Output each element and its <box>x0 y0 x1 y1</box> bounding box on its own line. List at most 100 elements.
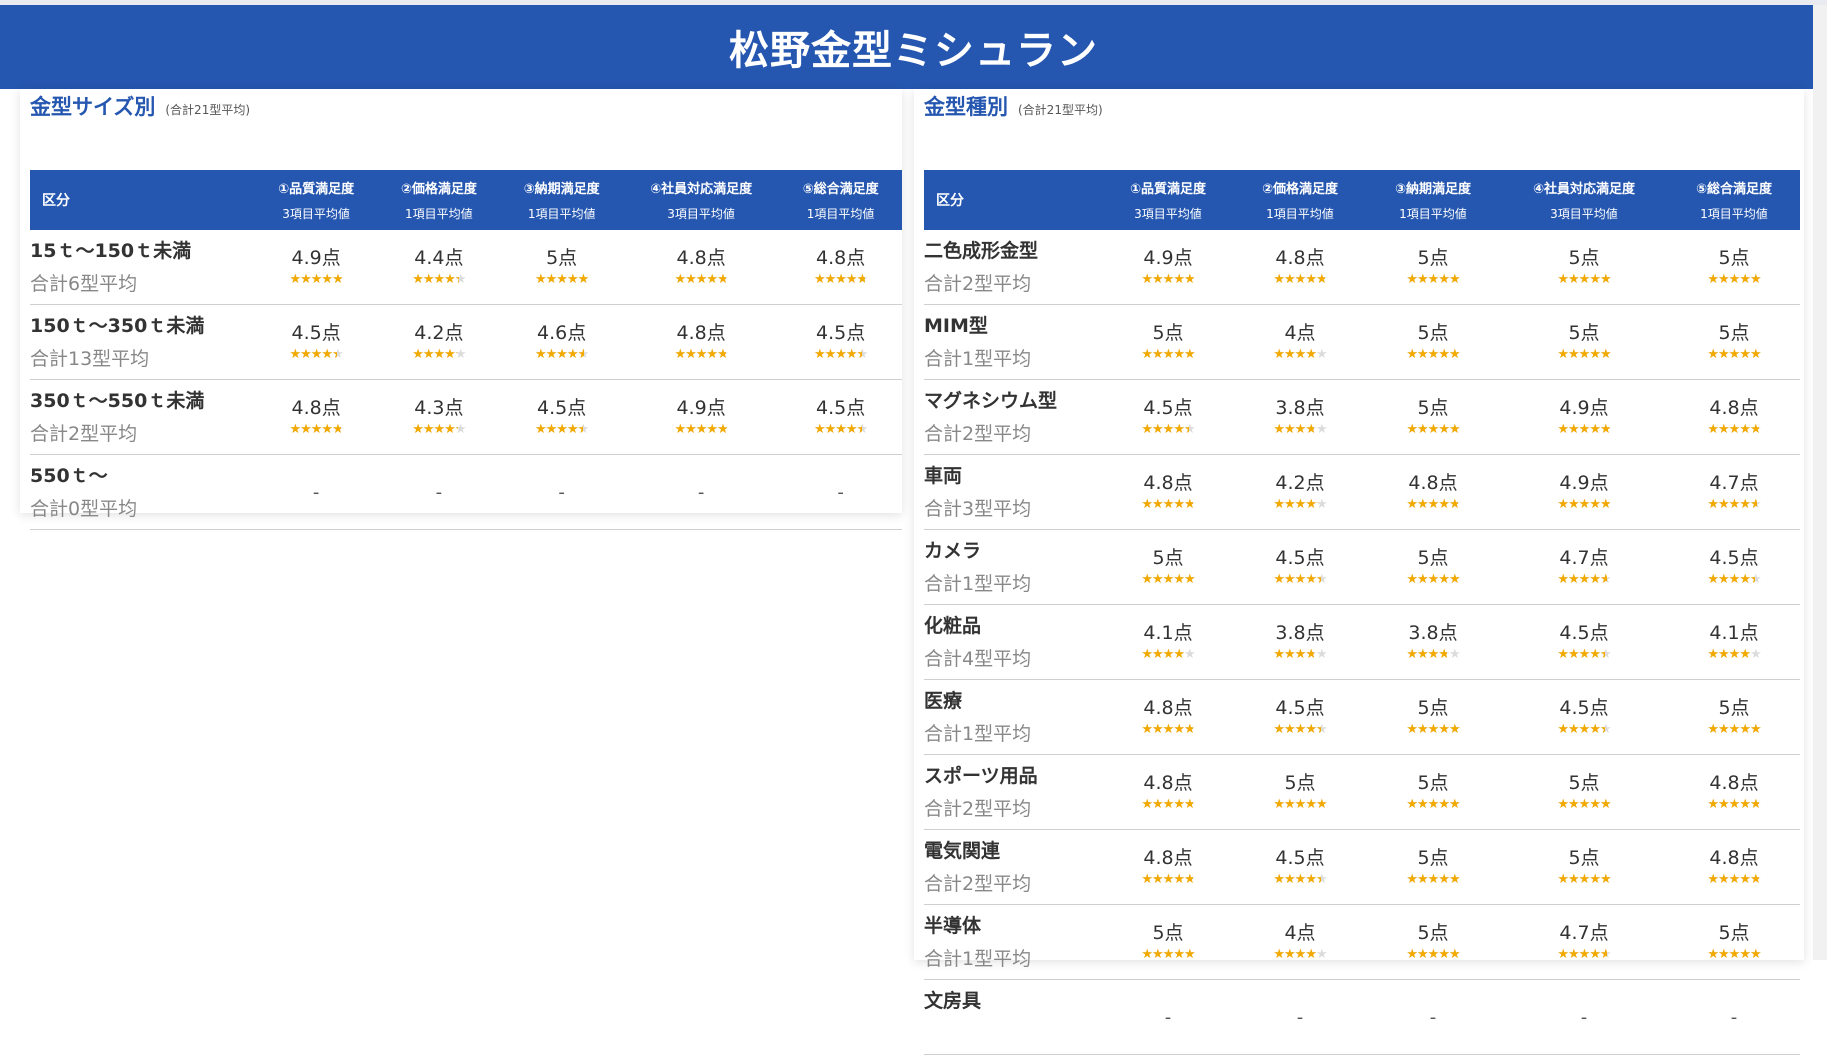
score-cell: 5点 ★★★★★ ★★★★★ <box>1668 679 1800 755</box>
star-icons-filled: ★★★★★ <box>1707 797 1759 811</box>
type-panel-heading: 金型種別 <box>924 95 1008 119</box>
star-icons-filled: ★★★★★ <box>813 272 866 286</box>
score-cell: 5点 ★★★★★ ★★★★★ <box>1668 304 1800 380</box>
kubun-header: 区分 <box>924 170 1102 230</box>
score-value: 5点 <box>1568 321 1600 344</box>
score-cell: 5点 ★★★★★ ★★★★★ <box>1234 754 1366 830</box>
star-icons-filled: ★★★★★ <box>534 347 584 361</box>
row-category: 半導体 合計1型平均 <box>924 904 1102 980</box>
star-rating: ★★★★★★★★★★ <box>1406 573 1460 586</box>
score-value: 5点 <box>1417 396 1449 419</box>
score-cell: 4.5点 ★★★★★ ★★★★★ <box>1500 604 1668 680</box>
score-value: 4.5点 <box>1559 621 1609 644</box>
score-cell: 4.8点 ★★★★★ ★★★★★ <box>779 230 902 305</box>
score-cell: 5点 ★★★★★ ★★★★★ <box>1102 904 1234 980</box>
score-value: 4.8点 <box>1709 396 1759 419</box>
star-icons-filled: ★★★★★ <box>1406 647 1447 661</box>
star-icons-filled: ★★★★★ <box>674 347 726 361</box>
star-icons-filled: ★★★★★ <box>1273 347 1316 361</box>
score-cell: 4.3点 ★★★★★★★★★★ <box>377 379 501 455</box>
star-icons-filled: ★★★★★ <box>1707 722 1761 736</box>
type-table: 区分 ①品質満足度 3項目平均値 ②価格満足度 1項目平均値 ③納期満足度 1項目平均値 ④社… <box>924 170 1800 1055</box>
score-cell: 4.5点 ★★★★★ ★★★★★ <box>1234 679 1366 755</box>
category-name: 15ｔ～150ｔ未満 <box>30 240 192 262</box>
score-value: 4.5点 <box>537 396 587 419</box>
table-row: 150ｔ～350ｔ未満 合計13型平均 4.5点 ★★★★★ ★★★★★ 4.2点 ★★★★… <box>30 304 902 380</box>
empty-mark: - <box>1580 1006 1588 1028</box>
row-category: 電気関連 合計2型平均 <box>924 829 1102 905</box>
score-cell: 4.2点 ★★★★★★★★★★ <box>1234 454 1366 530</box>
star-rating: ★★★★★★★★★★ <box>1707 873 1761 886</box>
column-header: ④社員対応満足度 3項目平均値 <box>623 170 780 230</box>
star-icons-filled: ★★★★★ <box>1557 422 1610 436</box>
star-rating: ★★★★★★★★★★ <box>1707 648 1761 661</box>
score-value: 4.5点 <box>1275 696 1325 719</box>
score-value: 5点 <box>1417 921 1449 944</box>
score-cell: 4.7点 ★★★★★ ★★★★★ <box>1500 904 1668 980</box>
score-cell: 4.9点 ★★★★★ ★★★★★ <box>1500 454 1668 530</box>
star-icons-filled: ★★★★★ <box>289 422 341 436</box>
score-cell: 5点 ★★★★★ ★★★★★ <box>1366 829 1500 905</box>
category-name: 化粧品 <box>924 615 982 637</box>
star-rating: ★★★★★★★★★★ <box>674 273 728 286</box>
star-icons-filled: ★★★★★ <box>1273 947 1316 961</box>
column-header: ②価格満足度 1項目平均値 <box>1234 170 1366 230</box>
score-cell: 4.1点 ★★★★★★★★★★ <box>1668 604 1800 680</box>
score-value: 5点 <box>1417 696 1449 719</box>
star-icons-filled: ★★★★★ <box>1406 722 1460 736</box>
category-count: 合計2型平均 <box>30 423 138 445</box>
column-sublabel: 3項目平均値 <box>282 207 350 221</box>
star-rating: ★★★★★★★★★★ <box>1273 722 1327 736</box>
column-label: ①品質満足度 <box>278 182 355 197</box>
table-row: MIM型合計1型平均5点★★★★★★★★★★4点★★★★★★★★★★5点★★★★… <box>924 304 1800 380</box>
score-value: 5点 <box>1152 921 1184 944</box>
star-rating: ★★★★★★★★★★ <box>289 348 343 361</box>
column-header: ⑤総合満足度 1項目平均値 <box>779 170 902 230</box>
category-name: 医療 <box>924 690 963 712</box>
row-category: マグネシウム型 合計2型平均 <box>924 379 1102 455</box>
star-rating: ★★★★★★★★★★ <box>1707 348 1761 361</box>
score-cell: - <box>254 454 378 530</box>
score-value: 4.8点 <box>1143 696 1193 719</box>
star-icons-filled: ★★★★★ <box>1273 572 1322 586</box>
score-cell: 5点 ★★★★★ ★★★★★ <box>1500 230 1668 305</box>
category-count: 合計2型平均 <box>924 873 1032 895</box>
score-value: 5点 <box>1417 771 1449 794</box>
score-value: 4.9点 <box>1559 396 1609 419</box>
column-sublabel: 1項目平均値 <box>1399 207 1467 221</box>
row-category: MIM型 合計1型平均 <box>924 304 1102 380</box>
score-value: 4.7点 <box>1709 471 1759 494</box>
score-value: 4.4点 <box>414 246 464 269</box>
star-rating: ★★★★★★★★★★ <box>1707 498 1761 511</box>
score-cell: 5点 ★★★★★ ★★★★★ <box>1102 304 1234 380</box>
star-rating: ★★★★★★★★★★ <box>412 348 466 361</box>
table-row: 半導体合計1型平均5点★★★★★★★★★★4点★★★★★★★★★★5点★★★★★… <box>924 904 1800 980</box>
score-cell: - <box>623 454 780 530</box>
score-cell: 4.5点 ★★★★★ ★★★★★ <box>779 304 902 380</box>
table-row: カメラ 合計1型平均 5点 ★★★★★ ★★★★★ 4.5点 ★★★★★ ★★★★★ 5点 ★★★… <box>924 529 1800 605</box>
star-rating: ★★★★★★★★★★ <box>289 422 343 436</box>
star-icons-filled: ★★★★★ <box>1273 797 1327 811</box>
star-rating: ★★★★★★★★★★ <box>1557 422 1611 436</box>
score-value: 4.5点 <box>1275 846 1325 869</box>
row-category: 文房具 <box>924 979 1102 1055</box>
column-label: ③納期満足度 <box>1394 182 1471 197</box>
star-rating: ★★★★★★★★★★ <box>535 423 589 436</box>
category-name: スポーツ用品 <box>924 765 1038 787</box>
star-icons-filled: ★★★★★ <box>412 422 458 436</box>
score-value: 4.1点 <box>1709 621 1759 644</box>
score-cell: 4.8点 ★★★★★ ★★★★★ <box>1102 829 1234 905</box>
category-count: 合計2型平均 <box>924 273 1032 295</box>
size-panel-subtitle: (合計21型平均) <box>165 103 251 117</box>
category-name: カメラ <box>924 540 982 562</box>
star-rating: ★★★★★★★★★★ <box>1141 948 1195 961</box>
scrollbar[interactable] <box>1813 5 1827 960</box>
score-cell: 4.1点 ★★★★★★★★★★ <box>1102 604 1234 680</box>
star-rating: ★★★★★★★★★★ <box>1707 722 1761 736</box>
column-header: ③納期満足度 1項目平均値 <box>500 170 624 230</box>
star-icons-filled: ★★★★★ <box>1273 722 1322 736</box>
star-rating: ★★★★★★★★★★ <box>813 272 868 286</box>
star-rating: ★★★★★★★★★★ <box>814 423 868 436</box>
star-icons-filled: ★★★★★ <box>289 272 342 286</box>
table-row: 化粧品合計4型平均4.1点★★★★★★★★★★3.8点★★★★★★★★★★3.8… <box>924 604 1800 680</box>
